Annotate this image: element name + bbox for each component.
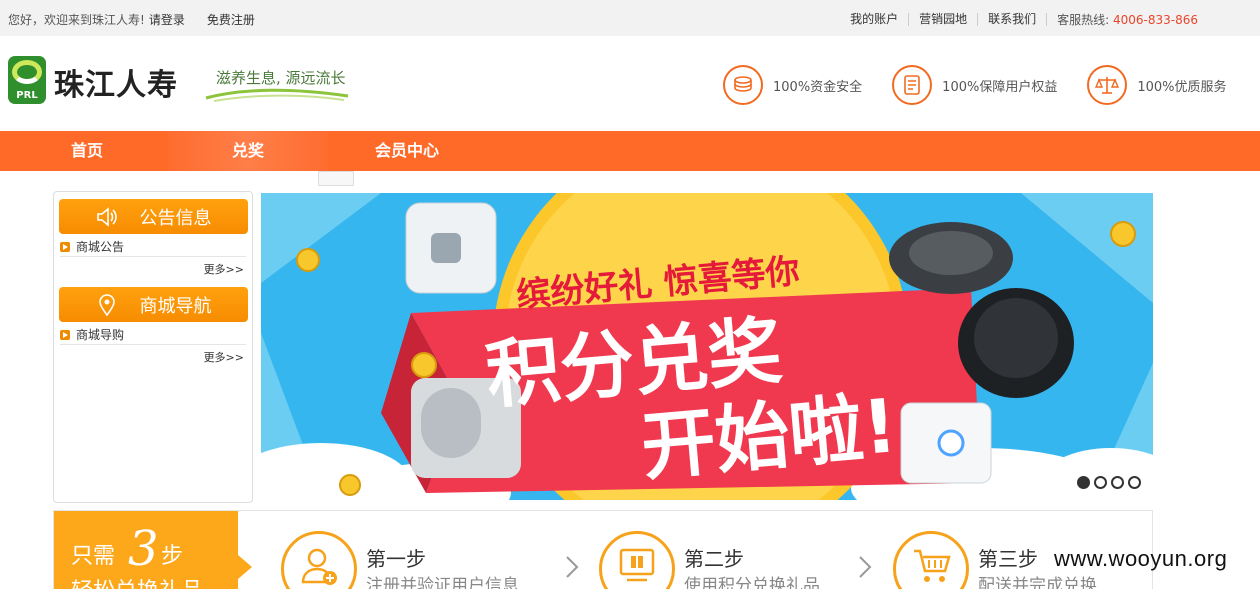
sidebar-item-mall-notice[interactable]: 商城公告	[60, 237, 246, 257]
redeem-steps: 只需 3 步 轻松兑换礼品 第一步 注册并验证用户信息 第二步 使用积分兑换礼品…	[53, 510, 1153, 589]
sidebar-head-notice[interactable]: 公告信息	[59, 199, 248, 234]
chevron-right-icon	[566, 556, 579, 578]
guarantee-rights: 100%保障用户权益	[892, 65, 1057, 105]
nav-home[interactable]: 首页	[27, 131, 147, 171]
location-pin-icon	[96, 293, 118, 316]
register-link[interactable]: 免费注册	[207, 13, 255, 27]
sidebar-head-navigation[interactable]: 商城导航	[59, 287, 248, 322]
top-bar-left: 您好，欢迎来到珠江人寿! 请登录 免费注册	[8, 11, 259, 28]
user-add-icon	[281, 531, 357, 589]
sidebar: 公告信息 商城公告 更多>> 商城导航 商城导购 更多>>	[53, 191, 253, 503]
nav-tooltip	[318, 171, 354, 186]
speaker-icon	[96, 206, 118, 228]
slide-dot[interactable]	[1111, 476, 1124, 489]
guarantee-text: 100%优质服务	[1137, 79, 1227, 95]
step-desc: 配送并完成兑换	[978, 576, 1097, 589]
badge-prefix: 只需	[71, 544, 116, 569]
guarantee-text: 100%资金安全	[773, 79, 863, 95]
slide-dot[interactable]	[1094, 476, 1107, 489]
guarantee-text: 100%保障用户权益	[942, 79, 1058, 95]
logo-letters: PRL	[16, 90, 38, 101]
step-desc: 注册并验证用户信息	[366, 576, 519, 589]
slide-dot[interactable]	[1128, 476, 1141, 489]
step-title: 第三步	[978, 547, 1038, 571]
guarantee-list: 100%资金安全 100%保障用户权益 100%优质服务	[723, 65, 1257, 105]
guarantee-service: 100%优质服务	[1087, 65, 1227, 105]
hotline-label: 客服热线:	[1057, 13, 1110, 27]
slogan-swoosh-icon	[205, 88, 349, 102]
step-title: 第一步	[366, 547, 426, 571]
sidebar-head-label: 公告信息	[139, 207, 212, 229]
site-header: PRL 珠江人寿 滋养生息, 源远流长 100%资金安全 100%保障用户权益 …	[0, 36, 1260, 131]
more-link[interactable]: 更多>>	[204, 261, 244, 277]
document-icon	[892, 65, 933, 105]
promo-banner[interactable]: 缤纷好礼 惊喜等你 积分兑奖 开始啦!	[261, 193, 1153, 500]
slogan: 滋养生息, 源远流长	[216, 69, 346, 87]
badge-number: 3	[128, 521, 159, 577]
gift-screen-icon	[599, 531, 675, 589]
badge-line2: 轻松兑换礼品	[71, 573, 203, 589]
coins-icon	[723, 65, 763, 105]
hotline: 客服热线: 4006-833-866	[1047, 11, 1198, 28]
chevron-right-icon	[859, 556, 872, 578]
top-bar-right: 我的账户 营销园地 联系我们 客服热线: 4006-833-866	[840, 11, 1198, 28]
my-account-link[interactable]: 我的账户	[840, 13, 910, 26]
sidebar-head-label: 商城导航	[139, 295, 212, 317]
scale-icon	[1087, 65, 1128, 105]
more-link[interactable]: 更多>>	[204, 349, 244, 365]
brand-name[interactable]: 珠江人寿	[54, 60, 178, 104]
banner-art: 缤纷好礼 惊喜等你 积分兑奖 开始啦!	[261, 193, 1153, 500]
sidebar-item-shopping-guide[interactable]: 商城导购	[60, 325, 246, 345]
slide-dot[interactable]	[1077, 476, 1090, 489]
cart-icon	[893, 531, 969, 589]
steps-badge: 只需 3 步 轻松兑换礼品	[54, 511, 252, 589]
contact-link[interactable]: 联系我们	[978, 13, 1048, 26]
hotline-number: 4006-833-866	[1112, 13, 1198, 27]
nav-redeem[interactable]: 兑奖	[168, 131, 328, 171]
login-link[interactable]: 请登录	[149, 13, 185, 27]
step-desc: 使用积分兑换礼品	[684, 576, 820, 589]
watermark: www.wooyun.org	[1054, 546, 1228, 571]
nav-member-center[interactable]: 会员中心	[347, 131, 467, 171]
marketing-link[interactable]: 营销园地	[909, 13, 979, 26]
main-nav: 首页 兑奖 会员中心	[0, 131, 1260, 171]
greeting-text: 您好，欢迎来到珠江人寿!	[8, 13, 145, 27]
slide-indicators	[1073, 476, 1141, 489]
badge-suffix: 步	[161, 544, 184, 569]
top-bar: 您好，欢迎来到珠江人寿! 请登录 免费注册 我的账户 营销园地 联系我们 客服热线:…	[0, 0, 1260, 36]
logo-icon[interactable]: PRL	[8, 56, 46, 104]
step-title: 第二步	[684, 547, 744, 571]
guarantee-funds: 100%资金安全	[723, 65, 862, 105]
